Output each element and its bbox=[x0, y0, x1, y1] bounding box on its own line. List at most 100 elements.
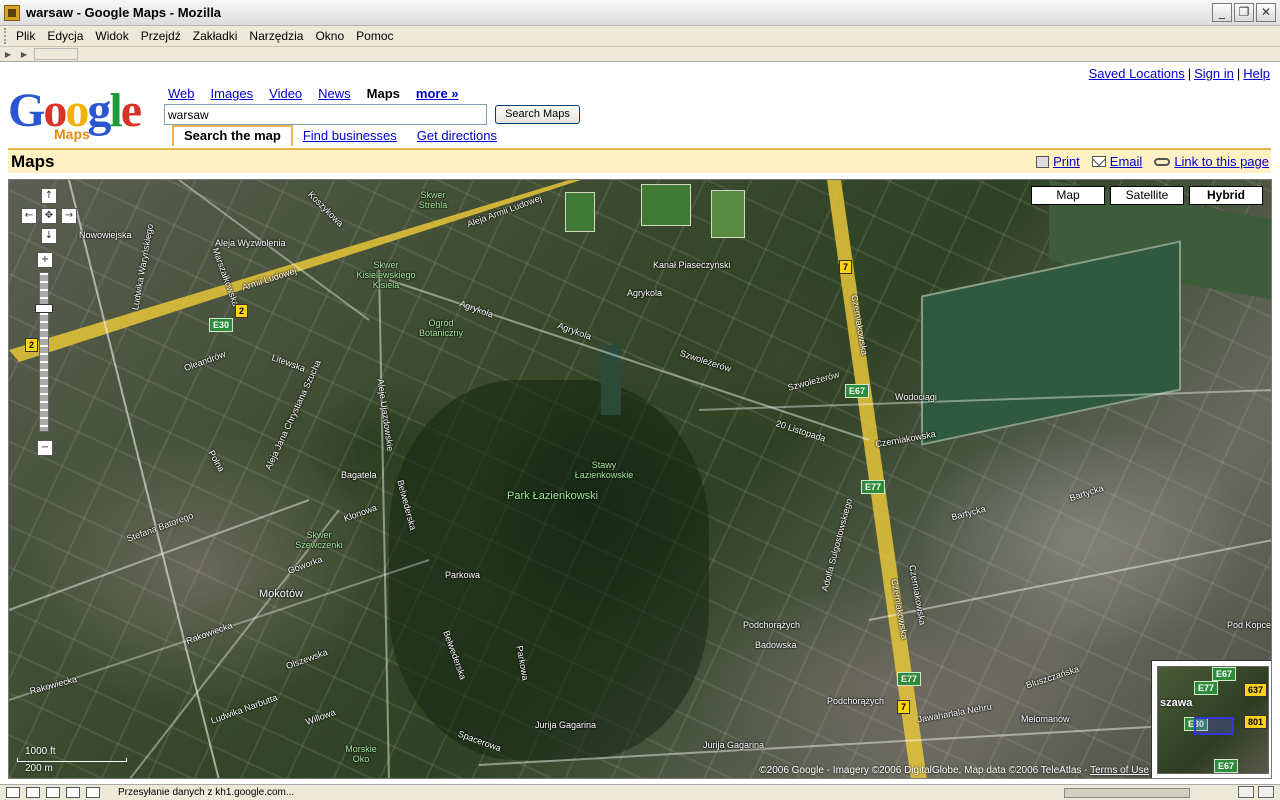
nav-images[interactable]: Images bbox=[211, 86, 254, 101]
label-skwer-kisielewskiego: Skwer Kisielewskiego Kisiela bbox=[356, 260, 416, 290]
zoom-out-icon[interactable]: − bbox=[37, 440, 53, 456]
nav-more[interactable]: more » bbox=[416, 86, 459, 101]
toolbar-expand-icon[interactable]: ▶ bbox=[16, 50, 32, 59]
overview-map[interactable]: szawa E67 E77 637 801 E30 E67 bbox=[1151, 660, 1271, 778]
maps-header-bar: Maps Print Email Link to this page bbox=[8, 148, 1271, 173]
pan-center-icon[interactable]: ✥ bbox=[41, 208, 57, 224]
label-parkowa: Parkowa bbox=[445, 570, 481, 580]
close-button[interactable]: ✕ bbox=[1256, 3, 1276, 22]
menu-plik[interactable]: Plik bbox=[10, 29, 41, 43]
label-jurija-gagarina-2: Jurija Gagarina bbox=[703, 740, 765, 750]
email-link[interactable]: Email bbox=[1091, 154, 1142, 169]
menu-narzedzia[interactable]: Narzędzia bbox=[243, 29, 309, 43]
composer-icon[interactable] bbox=[46, 787, 60, 798]
menu-okno[interactable]: Okno bbox=[309, 29, 350, 43]
mozilla-app-icon bbox=[4, 4, 20, 21]
print-link[interactable]: Print bbox=[1036, 154, 1080, 169]
nav-video[interactable]: Video bbox=[269, 86, 302, 101]
mail-icon[interactable] bbox=[26, 787, 40, 798]
tab-get-directions[interactable]: Get directions bbox=[407, 128, 507, 146]
printer-icon bbox=[1036, 155, 1050, 168]
zoom-slider-thumb[interactable] bbox=[35, 304, 53, 313]
zoom-in-icon[interactable]: + bbox=[37, 252, 53, 268]
sign-in-link[interactable]: Sign in bbox=[1194, 66, 1234, 81]
navigation-toolbar: ▶ ▶ bbox=[0, 47, 1280, 62]
copyright-text: ©2006 Google - Imagery ©2006 DigitalGlob… bbox=[759, 765, 1088, 776]
pan-up-icon[interactable]: ↑ bbox=[41, 188, 57, 204]
road-overlay bbox=[9, 180, 1271, 778]
label-ogrod-botaniczny: Ogród Botaniczny bbox=[418, 318, 464, 338]
chatzilla-icon[interactable] bbox=[86, 787, 100, 798]
security-lock-icon[interactable] bbox=[1258, 786, 1274, 798]
label-park-lazienkowski: Park Łazienkowski bbox=[507, 490, 599, 502]
e67-shield: E67 bbox=[845, 384, 870, 398]
pan-right-icon[interactable]: → bbox=[61, 208, 77, 224]
scale-meters: 200 m bbox=[25, 763, 53, 774]
zoom-slider-track[interactable] bbox=[39, 272, 49, 432]
e77-shield: E77 bbox=[861, 480, 886, 494]
search-input[interactable] bbox=[164, 104, 487, 125]
map-copyright: ©2006 Google - Imagery ©2006 DigitalGlob… bbox=[759, 765, 1149, 776]
route-2-shield-west: 2 bbox=[25, 338, 39, 352]
separator: | bbox=[1187, 66, 1192, 81]
menu-edycja[interactable]: Edycja bbox=[41, 29, 89, 43]
menu-bar: Plik Edycja Widok Przejdź Zakładki Narzę… bbox=[0, 26, 1280, 47]
label-morskie-oko: Morskie Oko bbox=[345, 744, 377, 764]
label-pod-kopcem: Pod Kopcem bbox=[1227, 620, 1272, 630]
status-bar: Przesyłanie danych z kh1.google.com... bbox=[0, 784, 1280, 800]
google-maps-logo[interactable]: Google Maps bbox=[8, 86, 158, 146]
map-actions: Print Email Link to this page bbox=[1036, 154, 1269, 169]
label-badowska: Badowska bbox=[755, 640, 797, 650]
overview-801-shield: 801 bbox=[1244, 715, 1268, 729]
map-type-map-button[interactable]: Map bbox=[1031, 186, 1105, 205]
map-type-hybrid-button[interactable]: Hybrid bbox=[1189, 186, 1263, 205]
pan-left-icon[interactable]: ← bbox=[21, 208, 37, 224]
navigator-icon[interactable] bbox=[6, 787, 20, 798]
scale-feet: 1000 ft bbox=[25, 746, 56, 757]
window-title: warsaw - Google Maps - Mozilla bbox=[26, 5, 222, 20]
pan-down-icon[interactable]: ↓ bbox=[41, 228, 57, 244]
label-melomanow: Melomanów bbox=[1021, 714, 1070, 724]
label-stawy-lazienkowskie: Stawy Łazienkowskie bbox=[574, 460, 634, 480]
menu-pomoc[interactable]: Pomoc bbox=[350, 29, 399, 43]
label-aleja-wyzwolenia: Aleja Wyzwolenia bbox=[215, 238, 286, 248]
help-link[interactable]: Help bbox=[1243, 66, 1270, 81]
collapse-arrow-icon[interactable]: ▶ bbox=[0, 50, 16, 59]
search-subtabs: Search the map Find businesses Get direc… bbox=[172, 125, 507, 146]
page-content: Saved Locations | Sign in | Help Google Maps… bbox=[0, 62, 1280, 784]
nav-web[interactable]: Web bbox=[168, 86, 195, 101]
satellite-map[interactable]: Skwer Strehla Aleja Armii Ludowej Armii … bbox=[8, 179, 1272, 779]
map-type-satellite-button[interactable]: Satellite bbox=[1110, 186, 1184, 205]
overview-imagery: szawa E67 E77 637 801 E30 E67 bbox=[1157, 666, 1269, 774]
saved-locations-link[interactable]: Saved Locations bbox=[1089, 66, 1185, 81]
address-book-icon[interactable] bbox=[66, 787, 80, 798]
e30-shield: E30 bbox=[209, 318, 234, 332]
search-maps-button[interactable]: Search Maps bbox=[495, 105, 580, 124]
menu-zakladki[interactable]: Zakładki bbox=[187, 29, 244, 43]
route-7-shield-south: 7 bbox=[897, 700, 911, 714]
minimize-button[interactable]: _ bbox=[1212, 3, 1232, 22]
nav-news[interactable]: News bbox=[318, 86, 351, 101]
label-jurija-gagarina: Jurija Gagarina bbox=[535, 720, 597, 730]
link-to-page-link[interactable]: Link to this page bbox=[1154, 154, 1269, 169]
label-podchorazych-2: Podchorążych bbox=[827, 696, 885, 706]
tab-find-businesses[interactable]: Find businesses bbox=[293, 128, 407, 146]
label-podchorazych: Podchorążych bbox=[743, 620, 801, 630]
menu-przejdz[interactable]: Przejdź bbox=[135, 29, 187, 43]
tab-search-the-map[interactable]: Search the map bbox=[172, 125, 293, 146]
nav-maps: Maps bbox=[366, 86, 400, 101]
terms-of-use-link[interactable]: Terms of Use bbox=[1090, 765, 1149, 776]
overview-637-shield: 637 bbox=[1244, 683, 1268, 697]
e77-shield-south: E77 bbox=[897, 672, 922, 686]
search-vertical-nav: Web Images Video News Maps more » bbox=[168, 86, 459, 101]
overview-viewport[interactable] bbox=[1194, 717, 1234, 735]
menu-widok[interactable]: Widok bbox=[89, 29, 134, 43]
connection-icon[interactable] bbox=[1238, 786, 1254, 798]
label-skwer-strehla: Skwer Strehla bbox=[418, 190, 448, 210]
toolbar-slot bbox=[34, 48, 78, 60]
restore-button[interactable]: ❐ bbox=[1234, 3, 1254, 22]
label-kanal-piaseczynski: Kanał Piaseczyński bbox=[653, 260, 731, 270]
overview-e67-shield: E67 bbox=[1212, 667, 1237, 681]
label-agrykola: Agrykola bbox=[627, 288, 663, 298]
label-bagatela: Bagatela bbox=[341, 470, 377, 480]
